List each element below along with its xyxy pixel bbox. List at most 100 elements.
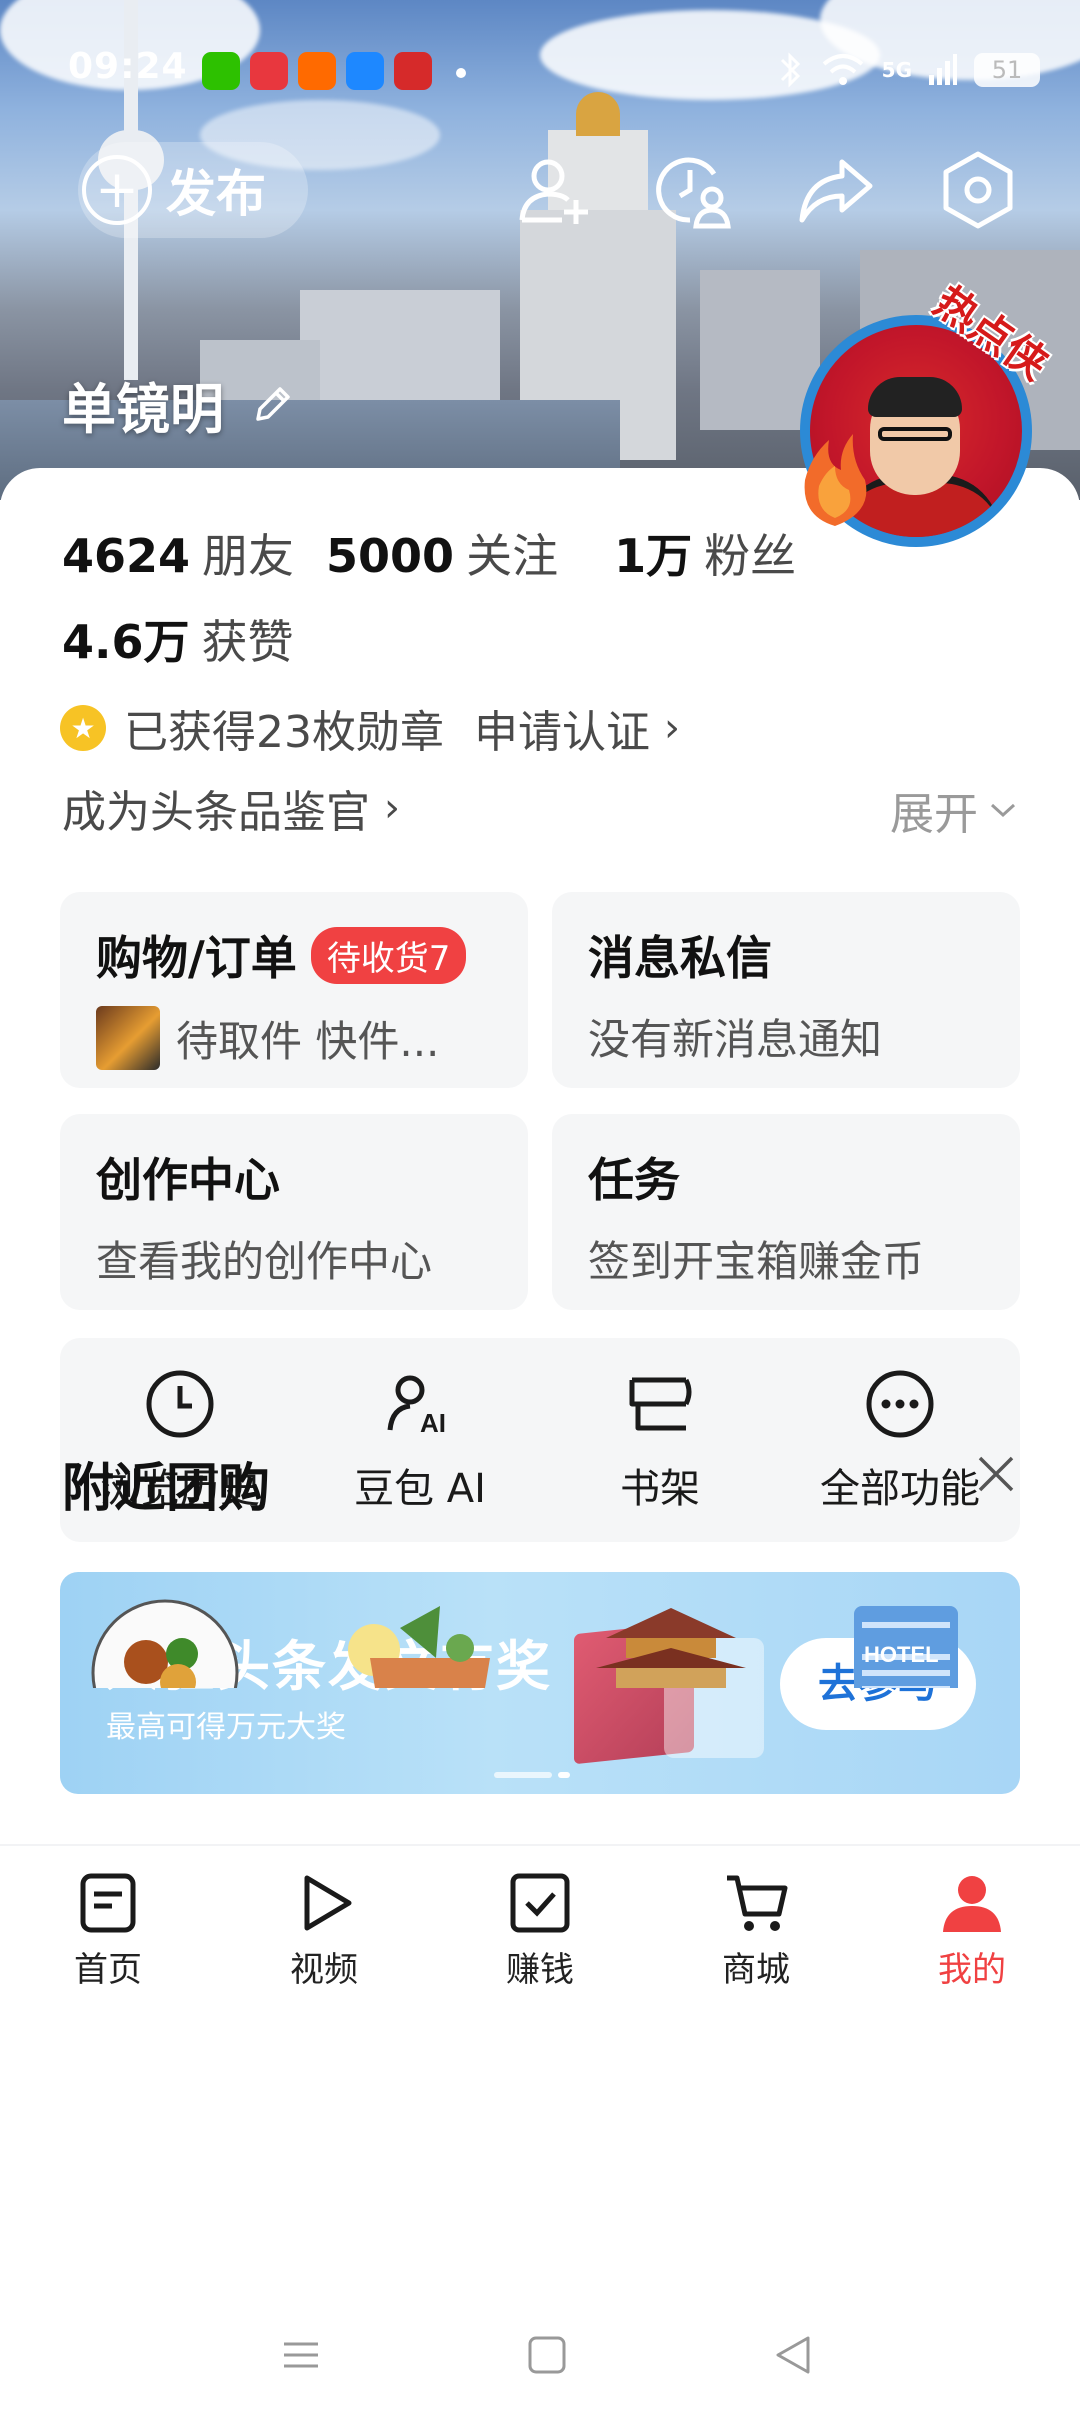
wechat-icon	[202, 52, 240, 90]
wifi-icon	[822, 54, 863, 85]
nav-profile[interactable]: 我的	[864, 1846, 1080, 2012]
drink-image	[348, 1606, 490, 1688]
shortcut-label: 豆包 AI	[354, 1466, 486, 1512]
nav-label: 赚钱	[506, 1950, 574, 1990]
earn-check-icon	[510, 1873, 570, 1933]
recent-apps-icon[interactable]	[276, 2330, 326, 2380]
status-bar: 09:24 5G 51	[0, 40, 1080, 100]
game-app-icon	[394, 52, 432, 90]
system-navigation-bar	[0, 2300, 1080, 2412]
close-icon[interactable]	[976, 1454, 1016, 1494]
pavilion-image	[596, 1608, 746, 1688]
toutiao-icon	[250, 52, 288, 90]
shopping-subtitle-text: 待取件 快件...	[176, 1016, 440, 1066]
add-friend-icon[interactable]	[512, 148, 596, 232]
bottom-nav: 首页 视频 赚钱 商城 我的	[0, 1846, 1080, 2012]
home-square-icon[interactable]	[522, 2330, 572, 2380]
chevron-right-icon: ›	[664, 705, 680, 751]
shortcut-bookshelf[interactable]: 书架	[540, 1338, 780, 1542]
bookshelf-icon	[629, 1377, 692, 1431]
expand-button[interactable]: 展开	[890, 778, 1018, 842]
judge-label: 成为头条品鉴官	[62, 787, 370, 838]
nearby-item-drink[interactable]	[340, 1598, 500, 1688]
publish-button[interactable]: + 发布	[78, 142, 308, 238]
taobao-icon	[298, 52, 336, 90]
blue-app-icon	[346, 52, 384, 90]
tasks-title: 任务	[588, 1153, 680, 1207]
nearby-item-hotel[interactable]: HOTEL	[846, 1598, 966, 1688]
flame-frame-icon	[804, 434, 867, 526]
signal-icon	[929, 54, 957, 85]
username[interactable]: 单镜明	[62, 365, 294, 444]
following-label: 关注	[466, 529, 559, 583]
clock-icon	[146, 1370, 214, 1438]
product-thumbnail	[96, 1006, 160, 1070]
stats-row: 4624 朋友 5000 关注 1万 粉丝	[62, 520, 796, 586]
promo-subtitle: 最高可得万元大奖	[106, 1710, 346, 1745]
video-play-icon	[304, 1875, 352, 1931]
friends-stat[interactable]: 4624 朋友	[62, 520, 294, 586]
tasks-subtitle: 签到开宝箱赚金币	[588, 1237, 925, 1286]
creator-subtitle: 查看我的创作中心	[96, 1237, 433, 1286]
avatar-glasses	[878, 427, 952, 441]
notification-dot	[456, 68, 466, 78]
creator-title: 创作中心	[96, 1153, 280, 1207]
followers-label: 粉丝	[704, 529, 797, 583]
svg-text:AI: AI	[420, 1408, 446, 1438]
medal-row[interactable]: ★ 已获得23枚勋章 申请认证 ›	[60, 696, 680, 760]
nav-label: 我的	[938, 1950, 1006, 1990]
following-stat[interactable]: 5000 关注	[326, 520, 558, 586]
become-judge-link[interactable]: 成为头条品鉴官 ›	[62, 776, 400, 840]
username-text: 单镜明	[62, 378, 224, 441]
settings-icon[interactable]	[936, 148, 1020, 232]
profile-icon	[943, 1876, 1001, 1932]
nearby-item-pavilion[interactable]	[596, 1598, 746, 1688]
likes-count: 4.6万	[62, 615, 190, 669]
medal-text: 已获得23枚勋章	[124, 707, 444, 758]
nav-home[interactable]: 首页	[0, 1846, 216, 2012]
dish-image	[91, 1599, 239, 1688]
carousel-dot	[494, 1772, 552, 1778]
messages-tile[interactable]: 消息私信 没有新消息通知	[552, 892, 1020, 1088]
network-label: 5G	[881, 58, 912, 82]
shopping-orders-tile[interactable]: 购物/订单 待收货7 待取件 快件...	[60, 892, 528, 1088]
chevron-down-icon	[990, 803, 1016, 818]
apply-verification-link[interactable]: 申请认证	[474, 696, 650, 760]
tasks-tile[interactable]: 任务 签到开宝箱赚金币	[552, 1114, 1020, 1310]
expand-label: 展开	[890, 789, 978, 840]
status-indicators: 5G 51	[776, 50, 1040, 90]
friends-label: 朋友	[202, 529, 295, 583]
shortcut-label: 全部功能	[820, 1466, 980, 1512]
following-count: 5000	[326, 529, 455, 583]
friends-count: 4624	[62, 529, 191, 583]
edit-pencil-icon[interactable]	[250, 383, 294, 427]
more-icon	[866, 1370, 934, 1438]
hotel-sign: HOTEL	[864, 1642, 939, 1667]
shortcut-all-functions[interactable]: 全部功能	[780, 1338, 1020, 1542]
status-time: 09:24	[68, 46, 188, 87]
shopping-subtitle: 待取件 快件...	[96, 1006, 492, 1070]
messages-title: 消息私信	[588, 931, 772, 985]
followers-stat[interactable]: 1万 粉丝	[614, 520, 796, 586]
shortcut-label: 书架	[620, 1466, 700, 1512]
nav-video[interactable]: 视频	[216, 1846, 432, 2012]
nearby-item-food[interactable]	[90, 1598, 240, 1688]
messages-subtitle: 没有新消息通知	[588, 1015, 883, 1064]
likes-stat[interactable]: 4.6万 获赞	[62, 606, 294, 672]
shopping-title-text: 购物/订单	[96, 931, 297, 985]
home-icon	[80, 1873, 136, 1933]
avatar-hair	[868, 377, 962, 417]
bluetooth-icon	[780, 52, 800, 88]
nearby-group-buy-title: 附近团购	[62, 1459, 271, 1519]
battery-indicator: 51	[974, 53, 1040, 87]
shortcut-doubao-ai[interactable]: AI 豆包 AI	[300, 1338, 540, 1542]
carousel-dot-active	[558, 1772, 570, 1778]
chevron-right-icon: ›	[384, 785, 400, 831]
nav-label: 首页	[74, 1950, 142, 1990]
nav-mall[interactable]: 商城	[648, 1846, 864, 2012]
visitor-history-icon[interactable]	[650, 148, 734, 232]
back-triangle-icon[interactable]	[768, 2330, 818, 2380]
creator-center-tile[interactable]: 创作中心 查看我的创作中心	[60, 1114, 528, 1310]
share-icon[interactable]	[794, 148, 878, 232]
nav-earn[interactable]: 赚钱	[432, 1846, 648, 2012]
